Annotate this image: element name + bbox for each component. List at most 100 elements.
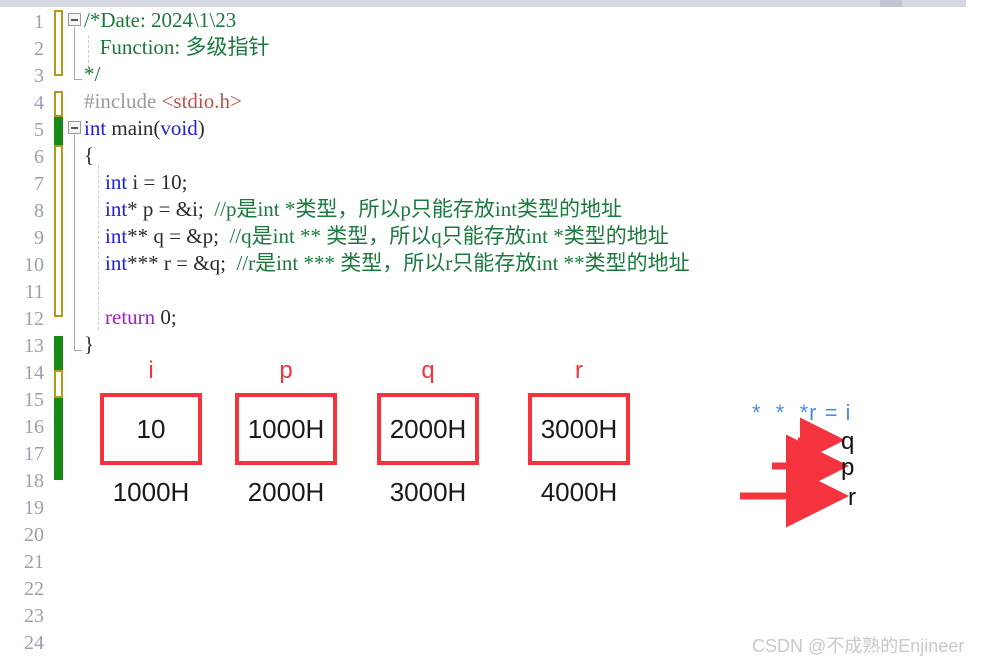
change-bar-added — [54, 117, 63, 145]
memory-cell-name-i: i — [148, 357, 154, 384]
code-token-keyword: int — [105, 197, 128, 221]
code-token-keyword: int — [105, 224, 128, 248]
code-line[interactable]: */ — [84, 61, 983, 88]
line-number: 21 — [24, 551, 44, 573]
line-number: 2 — [34, 38, 44, 60]
code-line[interactable]: int main(void) — [84, 115, 983, 142]
code-token-keyword: int — [105, 170, 128, 194]
code-token-comment: /*Date: 2024\1\23 — [84, 8, 237, 32]
memory-cell-value-q: 2000H — [377, 393, 479, 465]
memory-cell-value-i: 10 — [100, 393, 202, 465]
line-number: 19 — [24, 497, 44, 519]
code-token-keyword: void — [160, 116, 198, 140]
line-number: 17 — [24, 443, 44, 465]
memory-cell-address-i: 1000H — [112, 477, 190, 507]
line-number: 5 — [34, 119, 44, 141]
change-bar-modified — [54, 10, 63, 76]
line-number: 16 — [24, 416, 44, 438]
code-token-comment: //r是int *** 类型，所以r只能存放int **类型的地址 — [236, 251, 690, 275]
change-bar-modified — [54, 370, 63, 398]
code-token-plain: ) — [197, 116, 205, 140]
code-line[interactable]: Function: 多级指针 — [84, 34, 983, 61]
code-line[interactable]: int** q = &p; //q是int ** 类型，所以q只能存放int *… — [84, 223, 983, 250]
code-token-comment: */ — [84, 62, 101, 86]
arrow-label-r: r — [848, 484, 856, 511]
code-token-comment: Function: 多级指针 — [84, 35, 270, 59]
line-number: 13 — [24, 335, 44, 357]
code-token-plain: { — [84, 143, 95, 167]
line-number: 14 — [24, 362, 44, 384]
code-token-keyword: int — [105, 251, 128, 275]
csdn-watermark: CSDN @不成熟的Enjineer — [752, 636, 965, 656]
line-number: 1 — [34, 11, 44, 33]
memory-cell-address-q: 3000H — [389, 477, 467, 507]
line-number: 18 — [24, 470, 44, 492]
line-number: 20 — [24, 524, 44, 546]
code-token-comment: //p是int *类型，所以p只能存放int类型的地址 — [214, 197, 623, 221]
arrow-label-p: p — [841, 454, 855, 481]
deref-expression-label: * * *r = i — [752, 400, 852, 425]
code-token-plain: main( — [111, 116, 161, 140]
fold-guide-comment-end — [74, 66, 82, 80]
line-number: 24 — [24, 632, 44, 654]
code-line[interactable] — [84, 277, 983, 304]
change-bar-added — [54, 336, 63, 370]
code-token-plain: ** q = &p; — [127, 224, 230, 248]
memory-cell-name-r: r — [575, 357, 583, 384]
line-number: 22 — [24, 578, 44, 600]
fold-toggle-comment-block[interactable] — [68, 13, 81, 26]
code-token-plain: i = 10; — [127, 170, 188, 194]
code-token-plain: * p = &i; — [127, 197, 215, 221]
code-line[interactable]: } — [84, 331, 983, 358]
line-number: 4 — [34, 92, 44, 114]
line-number: 7 — [34, 173, 44, 195]
line-number-gutter: 1 2 3 4 5 6 7 8 9 10 11 12 13 14 15 16 17 18 19 20 21 22 23 24 — [0, 7, 48, 664]
line-number: 3 — [34, 65, 44, 87]
line-number: 12 — [24, 308, 44, 330]
code-line[interactable]: int i = 10; — [84, 169, 983, 196]
change-bar-modified — [54, 145, 63, 317]
code-line[interactable]: int* p = &i; //p是int *类型，所以p只能存放int类型的地址 — [84, 196, 983, 223]
memory-cell-address-r: 4000H — [540, 477, 618, 507]
window-tab-marker[interactable] — [880, 0, 902, 7]
line-number: 9 — [34, 227, 44, 249]
fold-guide-main-end — [74, 337, 82, 351]
memory-cell-value-p: 1000H — [235, 393, 337, 465]
code-token-return: return — [105, 305, 156, 329]
code-token-keyword: int — [84, 116, 112, 140]
code-token-comment: //q是int ** 类型，所以q只能存放int *类型的地址 — [229, 224, 669, 248]
code-editor-content[interactable]: /*Date: 2024\1\23 Function: 多级指针 */#inclu… — [84, 7, 983, 358]
code-line[interactable]: int*** r = &q; //r是int *** 类型，所以r只能存放int… — [84, 250, 983, 277]
arrow-label-q: q — [841, 428, 855, 455]
code-token-plain: *** r = &q; — [127, 251, 237, 275]
code-token-header: <stdio.h> — [161, 89, 242, 113]
fold-guide-main — [74, 135, 75, 350]
code-line[interactable]: { — [84, 142, 983, 169]
change-bar-modified — [54, 91, 63, 117]
line-number: 15 — [24, 389, 44, 411]
code-line[interactable]: /*Date: 2024\1\23 — [84, 7, 983, 34]
memory-cell-name-p: p — [279, 357, 293, 384]
memory-cell-address-p: 2000H — [247, 477, 325, 507]
memory-cell-value-r: 3000H — [528, 393, 630, 465]
line-number: 10 — [24, 254, 44, 276]
window-top-right-gap — [966, 0, 983, 7]
window-top-strip — [0, 0, 983, 7]
line-number: 11 — [24, 281, 44, 303]
code-line[interactable]: return 0; — [84, 304, 983, 331]
fold-toggle-main-function[interactable] — [68, 121, 81, 134]
code-token-pre: #include — [84, 89, 162, 113]
line-number: 23 — [24, 605, 44, 627]
memory-cell-name-q: q — [421, 357, 435, 384]
code-token-plain: 0; — [155, 305, 177, 329]
line-number: 6 — [34, 146, 44, 168]
change-bar-added — [54, 398, 63, 480]
code-line[interactable]: #include <stdio.h> — [84, 88, 983, 115]
line-number: 8 — [34, 200, 44, 222]
code-token-plain: } — [84, 332, 95, 356]
